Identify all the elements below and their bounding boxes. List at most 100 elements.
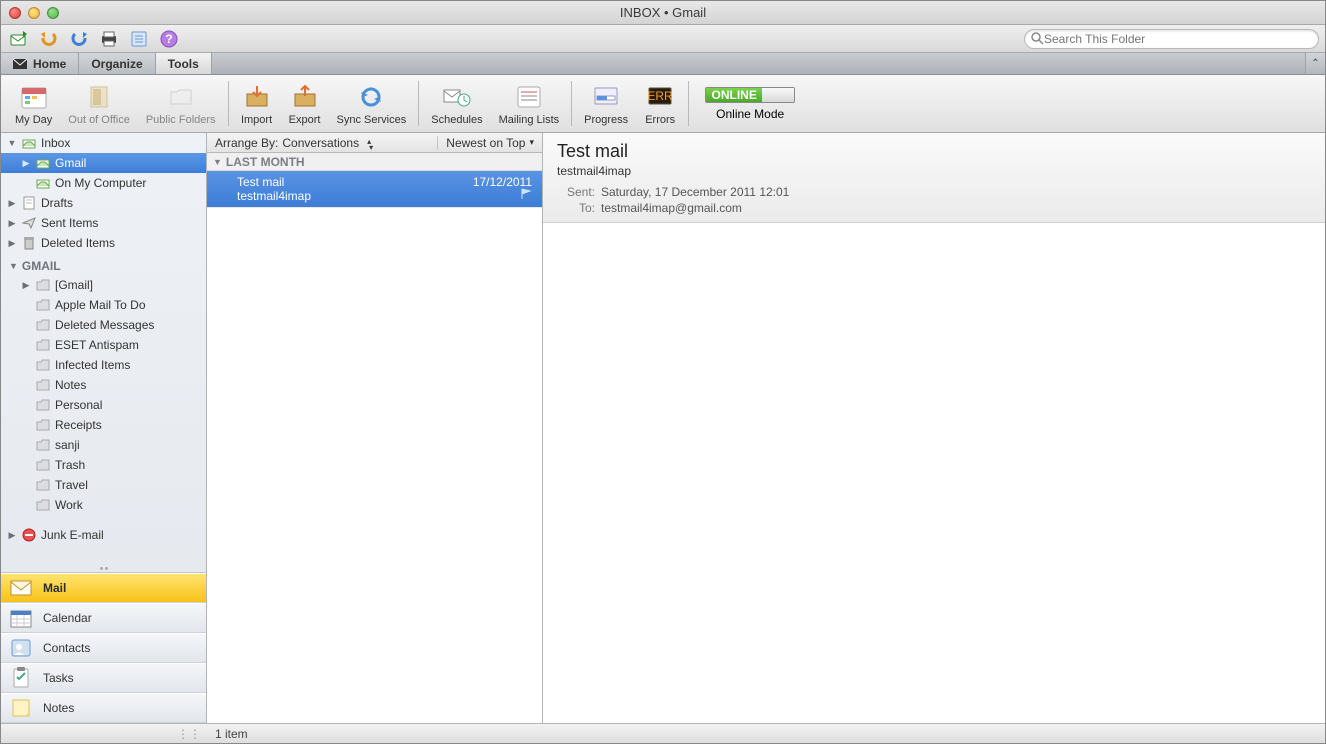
folder-work[interactable]: Work: [1, 495, 206, 515]
folder-gmail-root[interactable]: ▶ [Gmail]: [1, 275, 206, 295]
folder-inbox[interactable]: ▼ Inbox: [1, 133, 206, 153]
disclosure-triangle-icon[interactable]: ▶: [7, 530, 17, 541]
disclosure-triangle-icon[interactable]: ▼: [213, 157, 222, 167]
arrange-by-value: Conversations: [282, 136, 359, 150]
nav-notes[interactable]: Notes: [1, 693, 206, 723]
redo-button[interactable]: [67, 28, 91, 50]
sidebar-splitter-grip[interactable]: ⋮⋮: [1, 727, 207, 741]
tab-home[interactable]: Home: [1, 53, 79, 74]
inbox-icon: [35, 175, 51, 191]
search-box[interactable]: [1024, 29, 1319, 49]
folder-label: Personal: [55, 398, 102, 412]
drafts-icon: [21, 195, 37, 211]
zoom-window-button[interactable]: [47, 7, 59, 19]
nav-contacts[interactable]: Contacts: [1, 633, 206, 663]
folder-trash[interactable]: Trash: [1, 455, 206, 475]
door-icon: [83, 81, 115, 113]
folder-tree[interactable]: ▼ Inbox ▶ Gmail On My Computer ▶ Drafts …: [1, 133, 206, 564]
folder-deleted-items[interactable]: ▶ Deleted Items: [1, 233, 206, 253]
search-input[interactable]: [1044, 32, 1312, 46]
group-header-last-month[interactable]: ▼ LAST MONTH: [207, 153, 542, 171]
nav-tasks[interactable]: Tasks: [1, 663, 206, 693]
ribbon-separator: [228, 81, 229, 126]
nav-mail[interactable]: Mail: [1, 573, 206, 603]
calendar-icon: [9, 606, 33, 630]
folder-eset-antispam[interactable]: ESET Antispam: [1, 335, 206, 355]
nav-calendar[interactable]: Calendar: [1, 603, 206, 633]
section-label: GMAIL: [22, 259, 61, 273]
help-button[interactable]: ?: [157, 28, 181, 50]
ribbon-label: Out of Office: [68, 114, 130, 126]
ribbon-label: Schedules: [431, 114, 482, 126]
ribbon-label: My Day: [15, 114, 52, 126]
folder-drafts[interactable]: ▶ Drafts: [1, 193, 206, 213]
flag-icon[interactable]: [520, 188, 532, 203]
folder-notes[interactable]: Notes: [1, 375, 206, 395]
minimize-window-button[interactable]: [28, 7, 40, 19]
folder-sanji[interactable]: sanji: [1, 435, 206, 455]
folder-label: Gmail: [55, 156, 86, 170]
public-folders-button[interactable]: Public Folders: [138, 77, 224, 130]
folder-on-my-computer[interactable]: On My Computer: [1, 173, 206, 193]
print-button[interactable]: [97, 28, 121, 50]
message-body[interactable]: [543, 223, 1325, 723]
sidebar-resize-grip[interactable]: [1, 564, 206, 572]
folder-travel[interactable]: Travel: [1, 475, 206, 495]
folder-receipts[interactable]: Receipts: [1, 415, 206, 435]
import-icon: [241, 81, 273, 113]
export-button[interactable]: Export: [281, 77, 329, 130]
disclosure-triangle-icon[interactable]: ▼: [7, 138, 17, 148]
my-day-button[interactable]: My Day: [7, 77, 60, 130]
arrange-by-label: Arrange By:: [215, 136, 278, 150]
progress-button[interactable]: Progress: [576, 77, 636, 130]
folder-junk[interactable]: ▶ Junk E-mail: [1, 525, 206, 545]
window-title: INBOX • Gmail: [620, 5, 706, 20]
import-button[interactable]: Import: [233, 77, 281, 130]
online-mode-toggle[interactable]: ONLINE Online Mode: [693, 77, 807, 130]
folder-stack-icon: [165, 81, 197, 113]
disclosure-triangle-icon[interactable]: ▶: [7, 238, 17, 249]
tab-tools[interactable]: Tools: [156, 53, 212, 74]
nav-label: Calendar: [43, 611, 92, 625]
folder-sent-items[interactable]: ▶ Sent Items: [1, 213, 206, 233]
section-gmail[interactable]: ▼ GMAIL: [1, 253, 206, 275]
folder-infected-items[interactable]: Infected Items: [1, 355, 206, 375]
ribbon-separator: [571, 81, 572, 126]
tab-organize[interactable]: Organize: [79, 53, 155, 74]
out-of-office-button[interactable]: Out of Office: [60, 77, 138, 130]
mailing-lists-button[interactable]: Mailing Lists: [491, 77, 568, 130]
folder-inbox-gmail[interactable]: ▶ Gmail: [1, 153, 206, 173]
undo-button[interactable]: [37, 28, 61, 50]
folder-deleted-messages[interactable]: Deleted Messages: [1, 315, 206, 335]
reference-button[interactable]: [127, 28, 151, 50]
sync-services-button[interactable]: Sync Services: [329, 77, 415, 130]
disclosure-triangle-icon[interactable]: ▶: [7, 198, 17, 209]
message-item[interactable]: Test mail testmail4imap 17/12/2011: [207, 171, 542, 208]
errors-button[interactable]: ERR Errors: [636, 77, 684, 130]
svg-text:ERR: ERR: [648, 89, 674, 103]
status-item-count: 1 item: [207, 727, 248, 741]
folder-label: On My Computer: [55, 176, 146, 190]
disclosure-triangle-icon[interactable]: ▼: [9, 261, 18, 271]
folder-label: sanji: [55, 438, 80, 452]
main-area: ▼ Inbox ▶ Gmail On My Computer ▶ Drafts …: [1, 133, 1325, 723]
disclosure-triangle-icon[interactable]: ▶: [7, 218, 17, 229]
send-receive-button[interactable]: [7, 28, 31, 50]
sort-dropdown[interactable]: Newest on Top ▾: [437, 136, 542, 150]
nav-label: Contacts: [43, 641, 90, 655]
collapse-ribbon-button[interactable]: ⌃: [1305, 53, 1325, 74]
contacts-icon: [9, 636, 33, 660]
nav-buttons: Mail Calendar Contacts Tasks Notes: [1, 572, 206, 723]
folder-personal[interactable]: Personal: [1, 395, 206, 415]
search-icon: [1031, 32, 1044, 45]
folder-icon: [35, 277, 51, 293]
disclosure-triangle-icon[interactable]: ▶: [21, 280, 31, 291]
folder-apple-mail-todo[interactable]: Apple Mail To Do: [1, 295, 206, 315]
folder-label: Trash: [55, 458, 85, 472]
close-window-button[interactable]: [9, 7, 21, 19]
ribbon-separator: [418, 81, 419, 126]
mailing-list-icon: [513, 81, 545, 113]
schedules-button[interactable]: Schedules: [423, 77, 490, 130]
arrange-by-dropdown[interactable]: Arrange By: Conversations: [207, 136, 437, 150]
disclosure-triangle-icon[interactable]: ▶: [21, 158, 31, 169]
